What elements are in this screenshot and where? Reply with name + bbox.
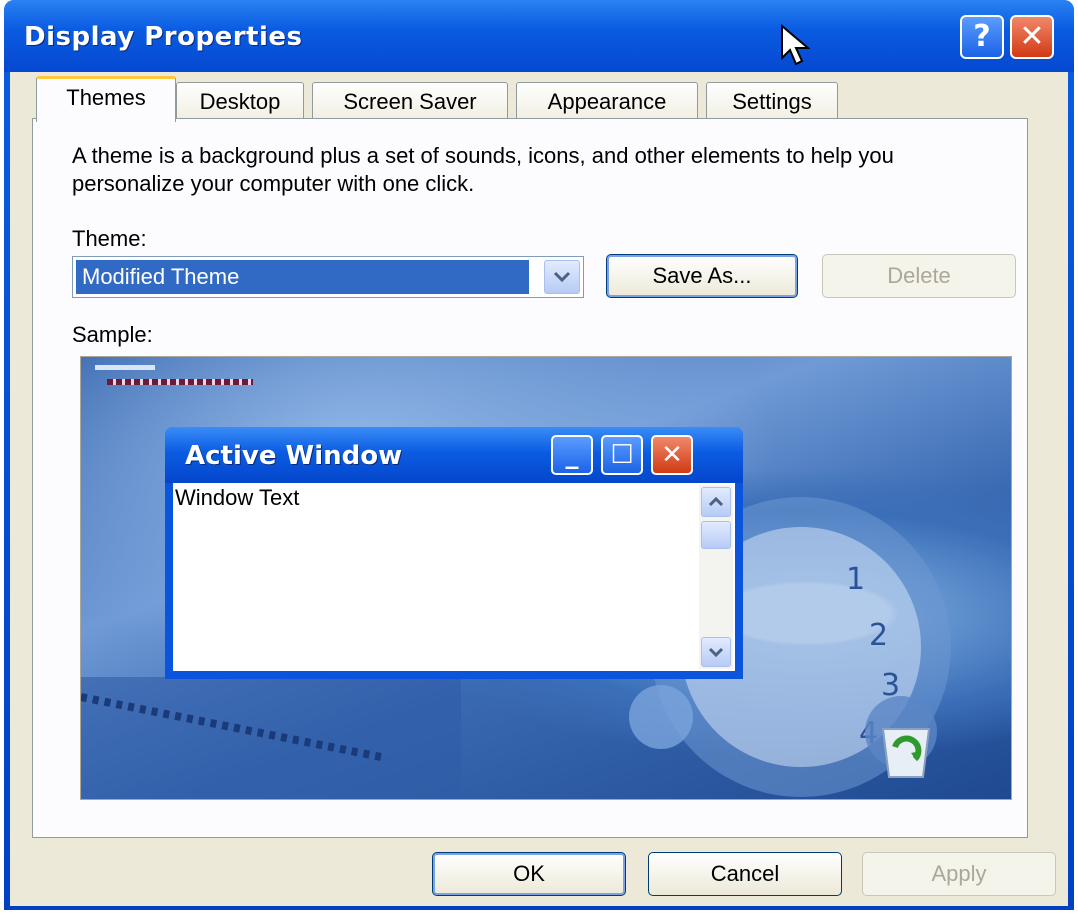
minimize-icon: _ — [551, 435, 593, 475]
cancel-button[interactable]: Cancel — [648, 852, 842, 896]
close-button[interactable]: ✕ — [1010, 15, 1054, 59]
theme-description: A theme is a background plus a set of so… — [72, 143, 894, 196]
tab-settings[interactable]: Settings — [706, 82, 838, 120]
help-button[interactable]: ? — [960, 15, 1004, 59]
svg-text:1: 1 — [846, 562, 865, 597]
chevron-down-icon[interactable] — [544, 260, 580, 294]
window-text: Window Text — [175, 485, 300, 510]
recycle-bin-icon — [881, 728, 931, 778]
mouse-cursor-icon — [781, 24, 810, 66]
save-as-button[interactable]: Save As... — [606, 254, 798, 298]
scroll-thumb — [701, 521, 731, 549]
title-bar[interactable]: Display Properties ? ✕ — [4, 0, 1074, 72]
chevron-up-icon — [701, 487, 731, 517]
tab-screen-saver[interactable]: Screen Saver — [312, 82, 508, 120]
desktop-icon-label — [95, 365, 155, 370]
ok-button[interactable]: OK — [432, 852, 626, 896]
tab-appearance[interactable]: Appearance — [516, 82, 698, 120]
desktop-icon-label-2 — [107, 379, 253, 385]
active-window-title-bar: Active Window _ ☐ ✕ — [165, 427, 743, 483]
tab-themes[interactable]: Themes — [36, 76, 176, 122]
tab-desktop[interactable]: Desktop — [176, 82, 304, 120]
active-window-title: Active Window — [185, 441, 403, 471]
active-window-preview: Active Window _ ☐ ✕ Window Text — [165, 427, 743, 679]
theme-dropdown[interactable]: Modified Theme — [72, 256, 584, 298]
close-icon: ✕ — [651, 435, 693, 475]
maximize-icon: ☐ — [601, 435, 643, 475]
svg-text:2: 2 — [869, 618, 888, 653]
chevron-down-icon — [701, 637, 731, 667]
theme-dropdown-value: Modified Theme — [76, 260, 529, 294]
window-title: Display Properties — [24, 22, 303, 52]
theme-label: Theme: — [72, 226, 147, 251]
scrollbar — [699, 485, 733, 669]
sample-label: Sample: — [72, 322, 153, 347]
delete-button[interactable]: Delete — [822, 254, 1016, 298]
apply-button[interactable]: Apply — [862, 852, 1056, 896]
active-window-body: Window Text — [173, 483, 735, 671]
theme-sample-preview: 1 2 3 4 Active Window _ ☐ ✕ Window Text — [80, 356, 1012, 800]
